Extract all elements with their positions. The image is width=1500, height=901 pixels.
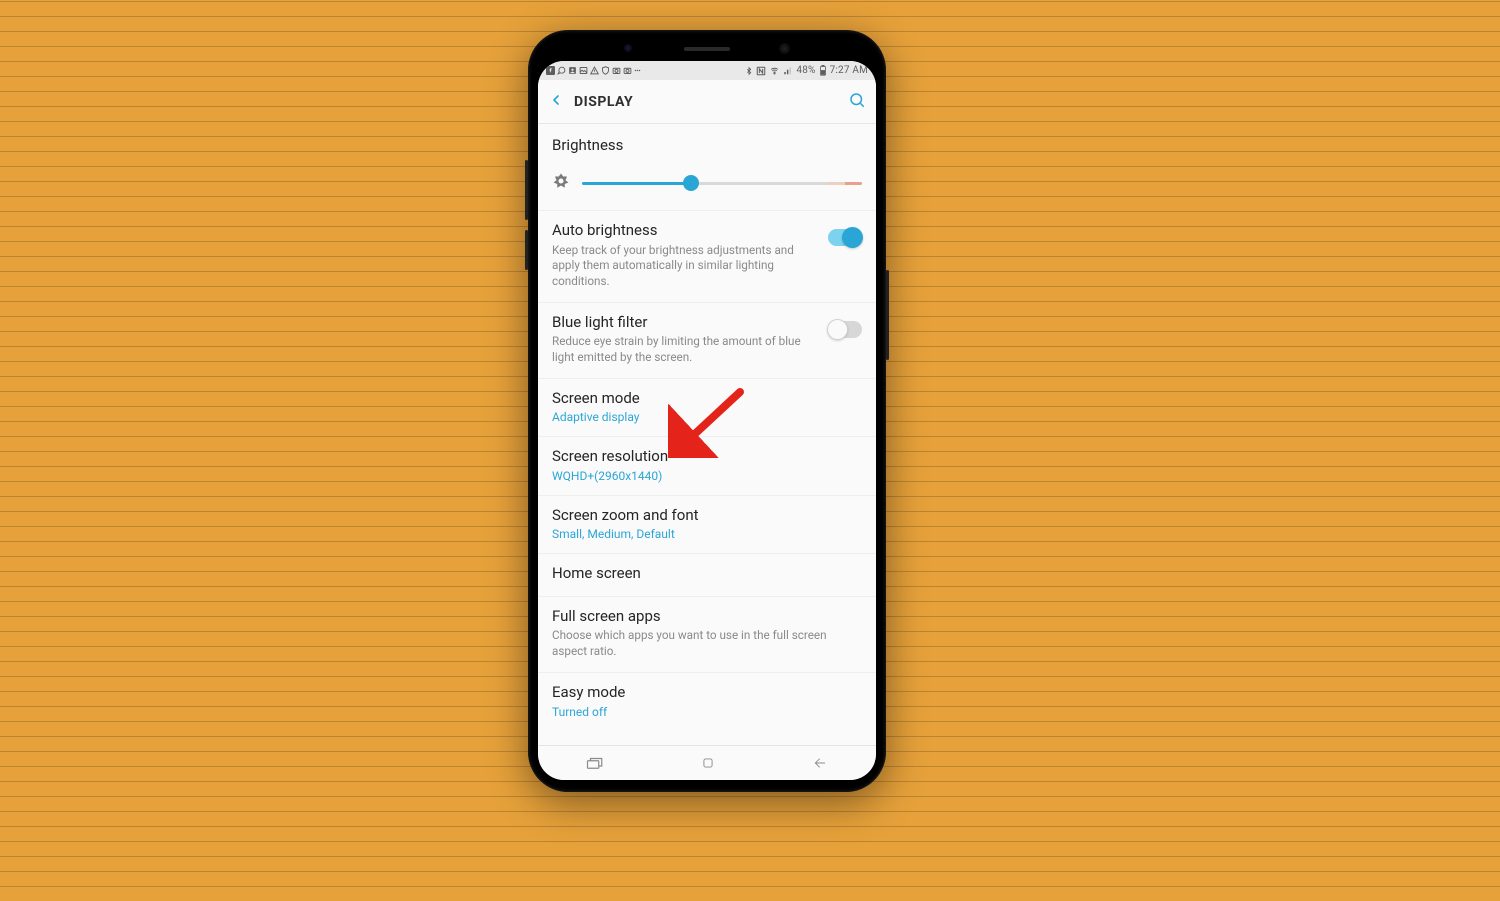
back-icon bbox=[812, 756, 828, 770]
full-screen-apps-desc: Choose which apps you want to use in the… bbox=[552, 628, 862, 660]
phone-power-button bbox=[886, 270, 889, 360]
home-screen-title: Home screen bbox=[552, 564, 862, 584]
wifi-icon bbox=[769, 66, 780, 75]
row-blue-light-filter[interactable]: Blue light filter Reduce eye strain by l… bbox=[538, 303, 876, 379]
image-icon bbox=[579, 66, 588, 75]
phone-speaker bbox=[684, 47, 730, 51]
status-battery-pct: 48% bbox=[796, 65, 815, 76]
phone-frame: 48% 7:27 AM DISPLAY Brightnes bbox=[528, 30, 886, 792]
phone-screen: 48% 7:27 AM DISPLAY Brightnes bbox=[538, 61, 876, 780]
search-icon bbox=[848, 91, 866, 109]
signal-icon bbox=[783, 66, 793, 75]
row-brightness: Brightness bbox=[538, 124, 876, 211]
brightness-slider[interactable] bbox=[582, 182, 862, 185]
row-screen-resolution[interactable]: Screen resolution WQHD+(2960x1440) bbox=[538, 437, 876, 496]
phone-volume-down bbox=[525, 230, 528, 270]
recents-icon bbox=[586, 756, 604, 770]
battery-icon bbox=[819, 65, 827, 76]
camera2-icon bbox=[623, 66, 632, 75]
auto-brightness-desc: Keep track of your brightness adjustment… bbox=[552, 243, 818, 290]
brightness-icon bbox=[552, 172, 570, 194]
row-full-screen-apps[interactable]: Full screen apps Choose which apps you w… bbox=[538, 597, 876, 673]
row-screen-zoom-font[interactable]: Screen zoom and font Small, Medium, Defa… bbox=[538, 496, 876, 555]
row-auto-brightness[interactable]: Auto brightness Keep track of your brigh… bbox=[538, 211, 876, 303]
warning-icon bbox=[590, 66, 599, 75]
row-easy-mode[interactable]: Easy mode Turned off bbox=[538, 673, 876, 731]
chevron-left-icon bbox=[548, 92, 564, 108]
search-button[interactable] bbox=[848, 91, 866, 113]
bluetooth-icon bbox=[745, 66, 753, 76]
blue-light-toggle[interactable] bbox=[828, 321, 862, 338]
blue-light-title: Blue light filter bbox=[552, 313, 818, 333]
settings-list: Brightness Auto brightness Keep t bbox=[538, 124, 876, 745]
phone-sensor-left bbox=[624, 44, 632, 52]
camera-icon bbox=[612, 66, 621, 75]
screen-mode-value: Adaptive display bbox=[552, 410, 862, 424]
page-title: DISPLAY bbox=[574, 94, 633, 110]
chat-icon bbox=[557, 66, 566, 75]
row-screen-mode[interactable]: Screen mode Adaptive display bbox=[538, 379, 876, 438]
screen-resolution-value: WQHD+(2960x1440) bbox=[552, 469, 862, 483]
auto-brightness-title: Auto brightness bbox=[552, 221, 818, 241]
auto-brightness-toggle[interactable] bbox=[828, 229, 862, 246]
nav-recents-button[interactable] bbox=[586, 756, 604, 770]
app-bar: DISPLAY bbox=[538, 80, 876, 124]
brightness-title: Brightness bbox=[552, 136, 862, 154]
phone-camera bbox=[779, 43, 790, 54]
shield-icon bbox=[601, 66, 610, 75]
nav-back-button[interactable] bbox=[812, 756, 828, 770]
row-home-screen[interactable]: Home screen bbox=[538, 554, 876, 597]
screen-resolution-title: Screen resolution bbox=[552, 447, 862, 467]
zoom-font-value: Small, Medium, Default bbox=[552, 527, 862, 541]
zoom-font-title: Screen zoom and font bbox=[552, 506, 862, 526]
home-icon bbox=[701, 756, 715, 770]
brightness-slider-thumb[interactable] bbox=[683, 175, 699, 191]
status-bar: 48% 7:27 AM bbox=[538, 61, 876, 80]
facebook-icon bbox=[546, 66, 555, 75]
back-button[interactable] bbox=[548, 92, 564, 112]
status-right-icons: 48% 7:27 AM bbox=[745, 65, 868, 76]
more-notifications-icon bbox=[634, 66, 641, 75]
nav-home-button[interactable] bbox=[701, 756, 715, 770]
status-time: 7:27 AM bbox=[830, 65, 868, 76]
contact-icon bbox=[568, 66, 577, 75]
phone-volume-up bbox=[525, 160, 528, 220]
nav-bar bbox=[538, 745, 876, 780]
easy-mode-value: Turned off bbox=[552, 705, 862, 719]
screen-mode-title: Screen mode bbox=[552, 389, 862, 409]
full-screen-apps-title: Full screen apps bbox=[552, 607, 862, 627]
easy-mode-title: Easy mode bbox=[552, 683, 862, 703]
nfc-icon bbox=[756, 66, 766, 76]
status-left-icons bbox=[546, 66, 641, 75]
blue-light-desc: Reduce eye strain by limiting the amount… bbox=[552, 334, 818, 366]
